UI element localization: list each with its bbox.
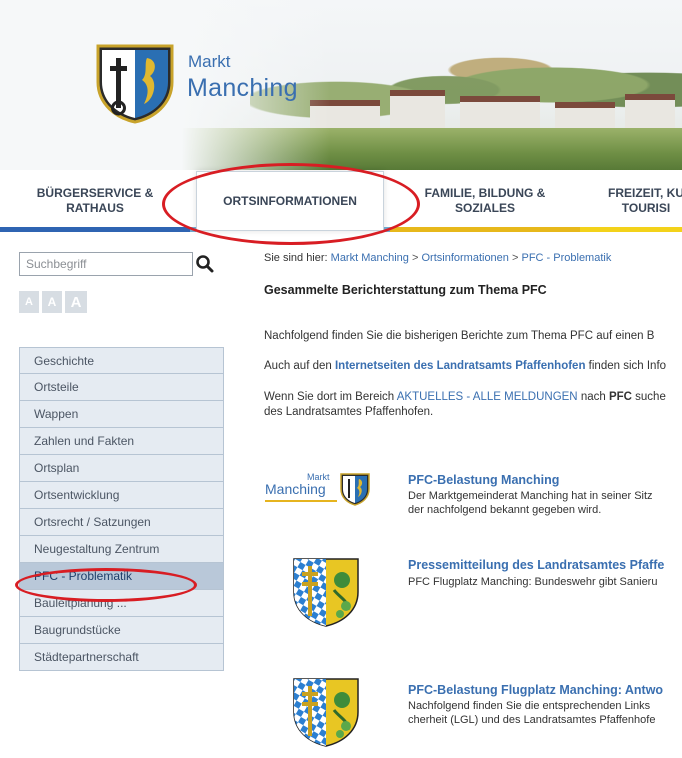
breadcrumb-separator: >: [511, 252, 519, 264]
sidebar-item-ortsentwicklung[interactable]: Ortsentwicklung: [19, 482, 224, 509]
sidebar-menu: Geschichte Ortsteile Wappen Zahlen und F…: [19, 347, 224, 671]
entry-text-line: PFC Flugplatz Manching: Bundeswehr gibt …: [408, 576, 658, 588]
thumb-brand-big: Manching: [265, 481, 326, 497]
sidebar-item-ortsteile[interactable]: Ortsteile: [19, 374, 224, 401]
nav-item-ortsinformationen[interactable]: ORTSINFORMATIONEN: [196, 171, 384, 231]
entry-title-pfc-belastung[interactable]: PFC-Belastung Manching: [408, 473, 559, 487]
text: nach: [577, 391, 609, 403]
sidebar-item-staedtepartnerschaft[interactable]: Städtepartnerschaft: [19, 644, 224, 671]
sidebar-item-neugestaltung[interactable]: Neugestaltung Zentrum: [19, 536, 224, 563]
header-banner: Markt Manching: [0, 0, 682, 170]
entry-text-line: der nachfolgend bekannt gegeben wird.: [408, 504, 602, 516]
text: Wenn Sie dort im Bereich: [264, 391, 397, 403]
entry-title-pressemitteilung[interactable]: Pressemitteilung des Landratsamtes Pfaff…: [408, 558, 664, 572]
sidebar-item-bauleitplanung[interactable]: Bauleitplanung ...: [19, 590, 224, 617]
breadcrumb: Sie sind hier: Markt Manching > Ortsinfo…: [264, 252, 611, 264]
entry-text-line: Nachfolgend finden Sie die entsprechende…: [408, 700, 651, 712]
banner-houses: [300, 78, 682, 130]
entry-text-line: Der Marktgemeinderat Manching hat in sei…: [408, 490, 653, 502]
sidebar-item-geschichte[interactable]: Geschichte: [19, 347, 224, 374]
breadcrumb-current[interactable]: PFC - Problematik: [521, 252, 611, 264]
entry-thumbnail-manching[interactable]: Markt Manching: [265, 472, 375, 508]
brand-name[interactable]: Manching: [187, 74, 298, 103]
landratsamt-link[interactable]: Internetseiten des Landratsamts Pfaffenh…: [335, 360, 586, 372]
nav-item-freizeit-kultur[interactable]: FREIZEIT, KU TOURISI: [580, 170, 682, 232]
sidebar-item-pfc-problematik[interactable]: PFC - Problematik: [19, 563, 224, 590]
landratsamt-paragraph: Auch auf den Internetseiten des Landrats…: [264, 359, 666, 374]
search-hint-paragraph: Wenn Sie dort im Bereich AKTUELLES - ALL…: [264, 390, 666, 405]
nav-color-bar: [0, 227, 190, 232]
intro-paragraph: Nachfolgend finden Sie die bisherigen Be…: [264, 330, 655, 342]
search-hint-paragraph-line2: des Landratsamtes Pfaffenhofen.: [264, 406, 434, 418]
font-size-large-button[interactable]: A: [65, 291, 87, 313]
nav-color-bar: [390, 227, 580, 232]
nav-item-familie-bildung[interactable]: FAMILIE, BILDUNG & SOZIALES: [390, 170, 580, 232]
landkreis-coat-of-arms-icon[interactable]: [290, 556, 362, 628]
entry-title-flugplatz-antwort[interactable]: PFC-Belastung Flugplatz Manching: Antwo: [408, 683, 663, 697]
nav-item-label: ORTSINFORMATIONEN: [223, 193, 357, 208]
nav-item-label: BÜRGERSERVICE & RATHAUS: [36, 186, 154, 215]
breadcrumb-prefix: Sie sind hier:: [264, 252, 328, 264]
sidebar-item-baugrundstuecke[interactable]: Baugrundstücke: [19, 617, 224, 644]
font-size-medium-button[interactable]: A: [42, 291, 62, 313]
coat-of-arms-logo[interactable]: [92, 38, 178, 124]
text: suche: [631, 391, 666, 403]
breadcrumb-separator: >: [411, 252, 419, 264]
font-size-small-button[interactable]: A: [19, 291, 39, 313]
breadcrumb-link-ortsinformationen[interactable]: Ortsinformationen: [421, 252, 508, 264]
brand-small-text: Markt: [188, 52, 231, 71]
search-icon[interactable]: [195, 253, 215, 275]
nav-item-label: FREIZEIT, KU TOURISI: [608, 186, 682, 215]
pfc-bold: PFC: [608, 391, 632, 403]
nav-item-label: FAMILIE, BILDUNG & SOZIALES: [424, 186, 546, 215]
nav-item-buergerservice[interactable]: BÜRGERSERVICE & RATHAUS: [0, 170, 190, 232]
font-size-switcher: A A A: [19, 291, 87, 313]
aktuelles-link[interactable]: AKTUELLES - ALLE MELDUNGEN: [397, 391, 578, 403]
coat-of-arms-icon: [340, 473, 370, 506]
page-title: Gesammelte Berichterstattung zum Thema P…: [264, 283, 547, 297]
entry-text-line: cherheit (LGL) und des Landratsamtes Pfa…: [408, 714, 656, 726]
text: finden sich Info: [585, 360, 667, 372]
sidebar-item-ortsrecht[interactable]: Ortsrecht / Satzungen: [19, 509, 224, 536]
landkreis-coat-of-arms-icon[interactable]: [290, 676, 362, 748]
sidebar-item-wappen[interactable]: Wappen: [19, 401, 224, 428]
text: Auch auf den: [264, 360, 335, 372]
thumb-underline: [265, 500, 337, 502]
sidebar-item-zahlen-fakten[interactable]: Zahlen und Fakten: [19, 428, 224, 455]
breadcrumb-link-home[interactable]: Markt Manching: [331, 252, 409, 264]
sidebar-item-ortsplan[interactable]: Ortsplan: [19, 455, 224, 482]
main-navigation: BÜRGERSERVICE & RATHAUS ORTSINFORMATIONE…: [0, 170, 682, 232]
search-input[interactable]: [19, 252, 193, 276]
nav-color-bar: [580, 227, 682, 232]
